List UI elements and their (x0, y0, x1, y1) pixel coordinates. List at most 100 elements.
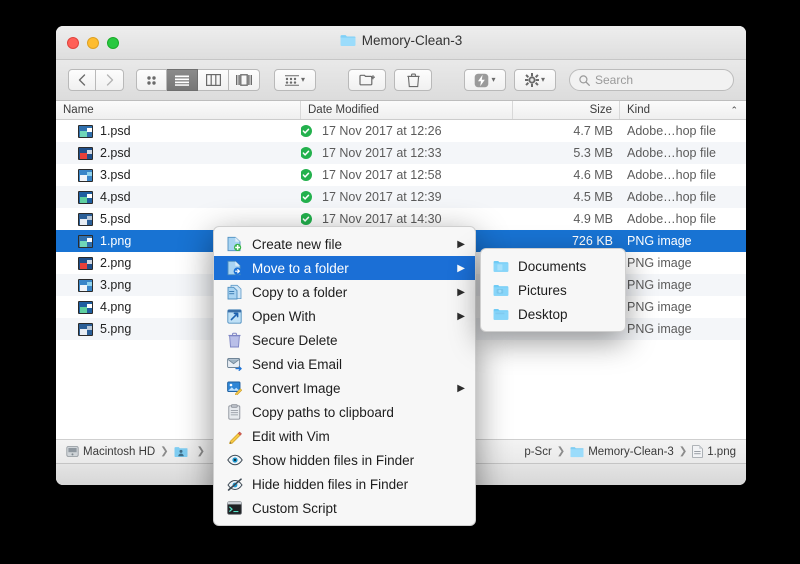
file-kind-cell: Adobe…hop file (620, 212, 746, 226)
desktop-folder-icon (493, 308, 509, 321)
table-row[interactable]: 3.psd 17 Nov 2017 at 12:58 4.6 MB Adobe…hop… (56, 164, 746, 186)
pencil-icon (226, 428, 243, 445)
breadcrumb-truncated[interactable]: p-Scr (524, 446, 551, 458)
trash-button[interactable] (394, 69, 432, 91)
context-menu-item-secure-delete[interactable]: Secure Delete (214, 328, 475, 352)
context-menu-item-convert-image[interactable]: Convert Image ▶ (214, 376, 475, 400)
file-thumbnail-icon (78, 322, 93, 336)
file-name-label: 5.png (100, 322, 132, 336)
move-file-icon (226, 260, 243, 277)
table-row[interactable]: 2.psd 17 Nov 2017 at 12:33 5.3 MB Adobe…hop… (56, 142, 746, 164)
file-thumbnail-icon (78, 124, 93, 138)
context-menu-item-label: Edit with Vim (252, 428, 330, 444)
sync-status-icon (301, 147, 312, 159)
back-arrow-icon (78, 74, 86, 86)
file-size-cell: 4.5 MB (513, 190, 620, 204)
file-date-label: 17 Nov 2017 at 12:33 (322, 146, 442, 160)
chevron-down-icon: ▾ (300, 75, 305, 84)
file-name-cell: 3.psd (56, 168, 301, 182)
breadcrumb-memory-clean-3[interactable]: Memory-Clean-3 (570, 446, 674, 458)
file-size-label: 4.7 MB (573, 124, 613, 138)
file-thumbnail-icon (78, 212, 93, 226)
file-size-label: 4.5 MB (573, 190, 613, 204)
context-menu-item-label: Hide hidden files in Finder (252, 476, 409, 492)
table-row[interactable]: 1.psd 17 Nov 2017 at 12:26 4.7 MB Adobe…hop… (56, 120, 746, 142)
submenu-item-pictures[interactable]: Pictures (481, 278, 625, 302)
table-row[interactable]: 4.psd 17 Nov 2017 at 12:39 4.5 MB Adobe…hop… (56, 186, 746, 208)
column-header-kind[interactable]: Kind ⌃ (620, 101, 746, 119)
file-kind-label: PNG image (627, 234, 692, 248)
gear-button[interactable]: ▾ (514, 69, 556, 91)
convert-image-icon (226, 380, 243, 397)
back-button[interactable] (68, 69, 96, 91)
file-name-cell: 1.psd (56, 124, 301, 138)
sync-status-icon (301, 169, 312, 181)
open-with-icon (226, 308, 243, 325)
breadcrumb-home[interactable] (174, 446, 192, 458)
folder-icon (570, 446, 584, 457)
breadcrumb-macintosh-hd[interactable]: Macintosh HD (66, 445, 155, 458)
file-kind-label: PNG image (627, 322, 692, 336)
context-menu[interactable]: Create new file ▶ Move to a folder ▶ Copy to… (213, 226, 476, 526)
context-menu-item-copy-paths-to-clipboard[interactable]: Copy paths to clipboard (214, 400, 475, 424)
forward-arrow-icon (106, 74, 113, 86)
file-kind-label: PNG image (627, 300, 692, 314)
context-menu-item-open-with[interactable]: Open With ▶ (214, 304, 475, 328)
column-header-date[interactable]: Date Modified (301, 101, 513, 119)
file-thumbnail-icon (78, 256, 93, 270)
breadcrumb-file[interactable]: 1.png (692, 445, 736, 458)
file-size-cell: 5.3 MB (513, 146, 620, 160)
window-titlebar[interactable]: Memory-Clean-3 (56, 26, 746, 60)
column-view-button[interactable] (198, 69, 229, 91)
arrange-icon (284, 74, 299, 86)
file-kind-cell: Adobe…hop file (620, 190, 746, 204)
file-size-cell: 726 KB (513, 234, 620, 248)
new-folder-button[interactable] (348, 69, 386, 91)
eye-slash-icon (226, 476, 243, 493)
breadcrumb-label: p-Scr (524, 445, 552, 458)
file-kind-cell: PNG image (620, 322, 746, 336)
column-header-name[interactable]: Name (56, 101, 301, 119)
submenu-item-desktop[interactable]: Desktop (481, 302, 625, 326)
dropzone-button[interactable]: ▾ (464, 69, 506, 91)
context-menu-item-copy-to-a-folder[interactable]: Copy to a folder ▶ (214, 280, 475, 304)
context-menu-item-label: Convert Image (252, 380, 341, 396)
file-size-cell: 4.6 MB (513, 168, 620, 182)
arrange-button[interactable]: ▾ (274, 69, 316, 91)
file-kind-label: Adobe…hop file (627, 146, 716, 160)
context-menu-item-edit-with-vim[interactable]: Edit with Vim (214, 424, 475, 448)
file-name-label: 2.psd (100, 146, 131, 160)
context-menu-item-show-hidden-files-in-finder[interactable]: Show hidden files in Finder (214, 448, 475, 472)
column-header-date-label: Date Modified (308, 104, 379, 116)
context-menu-item-send-via-email[interactable]: Send via Email (214, 352, 475, 376)
window-title: Memory-Clean-3 (56, 33, 746, 48)
column-header-size[interactable]: Size (513, 101, 620, 119)
file-name-label: 1.psd (100, 124, 131, 138)
file-kind-cell: Adobe…hop file (620, 124, 746, 138)
email-icon (226, 356, 243, 373)
list-view-button[interactable] (167, 69, 198, 91)
sort-ascending-icon: ⌃ (730, 104, 738, 115)
sync-status-icon (301, 125, 312, 137)
context-menu-item-hide-hidden-files-in-finder[interactable]: Hide hidden files in Finder (214, 472, 475, 496)
submenu-item-documents[interactable]: Documents (481, 254, 625, 278)
gallery-view-button[interactable] (229, 69, 260, 91)
file-size-cell: 4.7 MB (513, 124, 620, 138)
breadcrumb-label: Memory-Clean-3 (588, 445, 674, 458)
context-menu-item-create-new-file[interactable]: Create new file ▶ (214, 232, 475, 256)
file-size-label: 5.3 MB (573, 146, 613, 160)
file-kind-cell: Adobe…hop file (620, 168, 746, 182)
context-menu-item-move-to-a-folder[interactable]: Move to a folder ▶ (214, 256, 475, 280)
file-date-cell: 17 Nov 2017 at 12:39 (301, 190, 513, 204)
drive-icon (66, 446, 79, 457)
move-to-folder-submenu[interactable]: Documents Pictures Desktop (480, 248, 626, 332)
file-name-label: 2.png (100, 256, 132, 270)
navigation-buttons (68, 69, 124, 91)
file-name-cell: 2.psd (56, 146, 301, 160)
forward-button[interactable] (96, 69, 124, 91)
context-menu-item-custom-script[interactable]: Custom Script (214, 496, 475, 520)
file-date-cell: 17 Nov 2017 at 12:33 (301, 146, 513, 160)
icon-view-button[interactable] (136, 69, 167, 91)
file-name-label: 1.png (100, 234, 132, 248)
search-input[interactable]: Search (569, 69, 734, 91)
